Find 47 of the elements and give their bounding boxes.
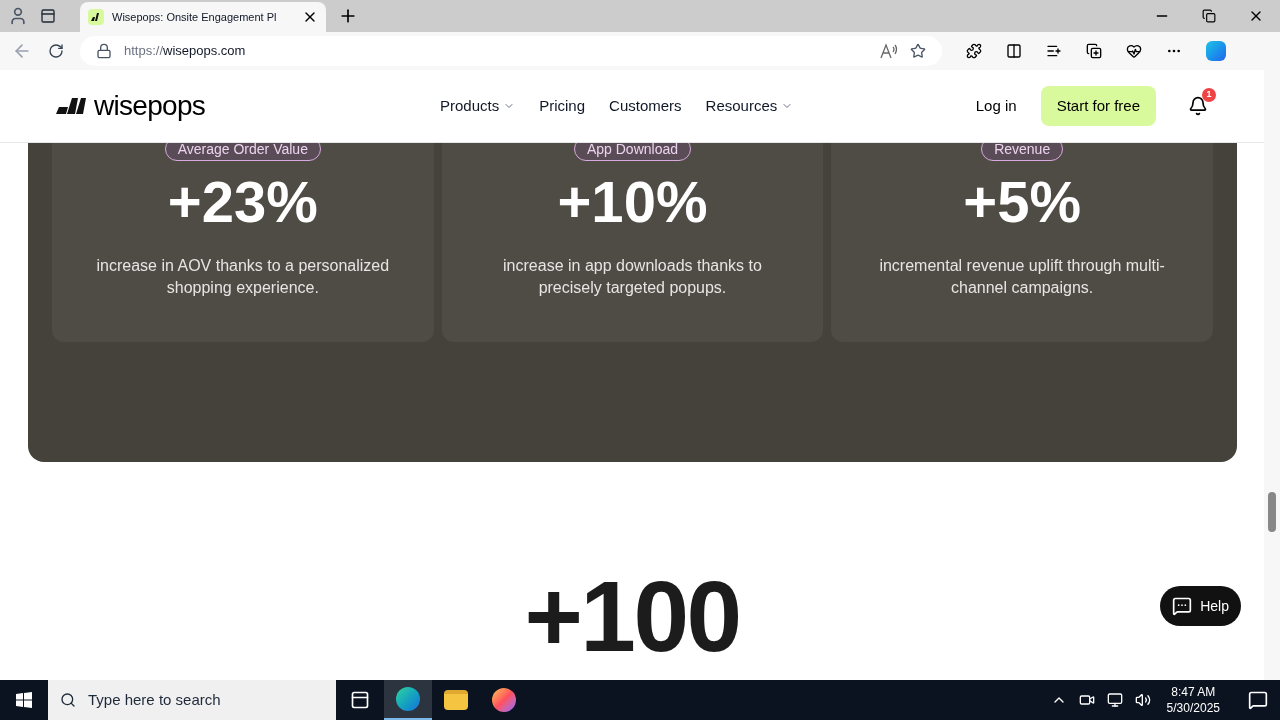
split-screen-icon[interactable] (1006, 43, 1022, 59)
task-view-icon[interactable] (350, 690, 370, 710)
nav-link[interactable]: Customers (609, 94, 682, 118)
nav-link[interactable]: Products (440, 94, 516, 118)
collections-icon[interactable] (1086, 43, 1102, 59)
nav-link[interactable]: Pricing (539, 94, 586, 118)
profile-icon[interactable] (8, 6, 28, 26)
help-button[interactable]: Help (1160, 586, 1241, 626)
taskbar-clock[interactable]: 8:47 AM 5/30/2025 (1166, 684, 1220, 716)
windows-start-icon[interactable] (16, 692, 32, 708)
url-text: https://wisepops.com (124, 42, 247, 61)
start-free-button[interactable]: Start for free (1040, 86, 1156, 126)
browser-essentials-icon[interactable] (1126, 43, 1142, 59)
logo-text[interactable]: wisepops (94, 92, 206, 120)
stat-description: increase in AOV thanks to a personalized shopping experience. (95, 256, 391, 298)
meet-now-icon[interactable] (1078, 692, 1095, 708)
tab-title: Wisepops: Onsite Engagement Pl (112, 9, 278, 25)
nav-link[interactable]: Resources (705, 94, 794, 118)
favorite-icon[interactable] (910, 43, 926, 59)
volume-icon[interactable] (1134, 692, 1151, 708)
network-icon[interactable] (1106, 692, 1123, 708)
lock-icon (96, 43, 112, 59)
reload-icon[interactable] (48, 43, 64, 59)
extensions-icon[interactable] (966, 43, 982, 59)
chat-icon (1172, 596, 1193, 616)
stat-value: +10% (557, 169, 708, 235)
notification-badge: 1 (1202, 88, 1216, 102)
stat-value: +5% (963, 169, 1081, 235)
search-icon (60, 692, 76, 708)
logo-icon (56, 98, 86, 114)
address-bar[interactable]: https://wisepops.com (80, 36, 942, 66)
site-favicon-icon (88, 9, 104, 25)
big-number: +100 (524, 566, 740, 666)
read-aloud-icon[interactable] (880, 43, 898, 59)
taskbar-search-field[interactable]: Type here to search (48, 680, 336, 720)
favorites-icon[interactable] (1046, 43, 1062, 59)
stat-description: increase in app downloads thanks to precisely targeted popups. (502, 256, 763, 298)
scrollbar[interactable] (1264, 70, 1280, 680)
notifications-icon[interactable] (1248, 690, 1268, 710)
browser-tab[interactable]: Wisepops: Onsite Engagement Pl (80, 2, 326, 32)
file-explorer-icon[interactable] (444, 690, 468, 710)
stat-description: incremental revenue uplift through multi-channel campaigns. (878, 256, 1166, 298)
login-link[interactable]: Log in (975, 94, 1017, 118)
stat-value: +23% (167, 169, 318, 235)
tab-actions-icon[interactable] (40, 8, 56, 24)
restore-icon[interactable] (1202, 9, 1216, 23)
notification-bell-icon[interactable] (1188, 96, 1208, 116)
